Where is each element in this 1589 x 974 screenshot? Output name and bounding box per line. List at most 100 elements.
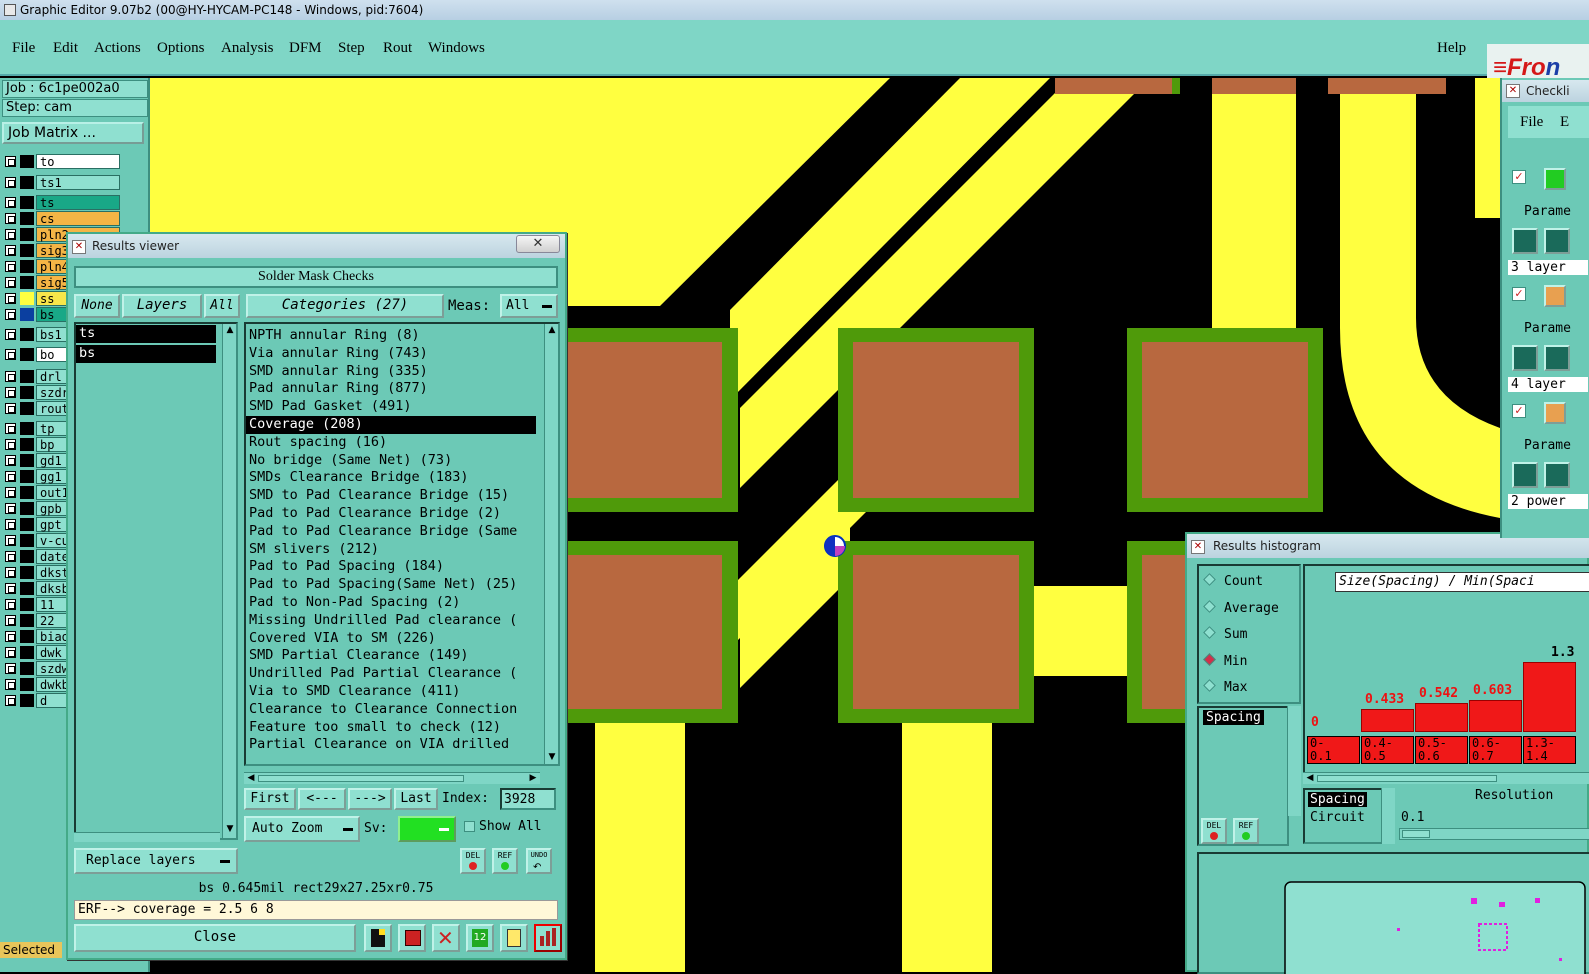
checklist-action-icon[interactable] xyxy=(1544,285,1566,307)
layer-row-ts1[interactable]: ts1 xyxy=(2,175,122,190)
menu-rout[interactable]: Rout xyxy=(383,40,412,57)
category-item[interactable]: Missing Undrilled Pad clearance ( xyxy=(246,612,536,630)
show-all-checkbox[interactable] xyxy=(464,821,475,832)
layer-color-swatch[interactable] xyxy=(20,228,34,241)
stat-option-average[interactable]: Average xyxy=(1203,599,1279,617)
auto-zoom-dropdown[interactable]: Auto Zoom xyxy=(244,816,360,842)
category-item[interactable]: Undrilled Pad Partial Clearance ( xyxy=(246,665,536,683)
number-icon[interactable]: 12 xyxy=(466,924,494,952)
layer-color-swatch[interactable] xyxy=(20,276,34,289)
layer-checkbox[interactable] xyxy=(5,293,16,304)
checklist-row[interactable]: 2 power xyxy=(1508,494,1588,509)
meas-dropdown[interactable]: All xyxy=(500,294,558,318)
layer-row-cs[interactable]: cs xyxy=(2,211,122,226)
layer-name[interactable]: ts xyxy=(36,195,120,210)
histogram-bar[interactable] xyxy=(1523,662,1576,732)
layer-checkbox[interactable] xyxy=(5,471,16,482)
undo-button[interactable]: UNDO ↶ xyxy=(526,848,552,874)
layer-checkbox[interactable] xyxy=(5,679,16,690)
layer-checkbox[interactable] xyxy=(5,535,16,546)
scroll-right-icon[interactable]: ▶ xyxy=(528,773,538,783)
run-check-icon[interactable] xyxy=(1544,228,1570,254)
layer-color-swatch[interactable] xyxy=(20,176,34,189)
categories-listbox[interactable]: NPTH annular Ring (8) Via annular Ring (7… xyxy=(244,322,560,766)
stat-option-count[interactable]: Count xyxy=(1203,573,1263,590)
menu-help[interactable]: Help xyxy=(1437,40,1466,57)
layer-color-swatch[interactable] xyxy=(20,662,34,675)
layer-checkbox[interactable] xyxy=(5,695,16,706)
layer-checkbox[interactable] xyxy=(5,371,16,382)
hist-del-button[interactable]: DEL xyxy=(1201,818,1227,844)
run-check-icon[interactable] xyxy=(1512,345,1538,371)
histogram-category[interactable]: 0.5- 0.6 xyxy=(1415,736,1468,764)
category-item[interactable]: Clearance to Clearance Connection xyxy=(246,701,536,719)
category-item[interactable]: Pad to Pad Spacing(Same Net) (25) xyxy=(246,576,536,594)
layers-vscrollbar[interactable]: ▲ ▼ xyxy=(222,324,236,838)
layer-checkbox[interactable] xyxy=(5,309,16,320)
resolution-slider-thumb[interactable] xyxy=(1402,830,1430,838)
layer-color-swatch[interactable] xyxy=(20,308,34,321)
layer-checkbox[interactable] xyxy=(5,229,16,240)
category-item[interactable]: Covered VIA to SM (226) xyxy=(246,630,536,648)
category-item[interactable]: Pad to Pad Clearance Bridge (Same xyxy=(246,523,536,541)
category-item[interactable]: Via annular Ring (743) xyxy=(246,345,536,363)
layer-list-item[interactable]: ts xyxy=(76,325,216,343)
layer-checkbox[interactable] xyxy=(5,423,16,434)
first-button[interactable]: First xyxy=(244,788,296,810)
layer-color-swatch[interactable] xyxy=(20,470,34,483)
run-check-icon[interactable] xyxy=(1512,228,1538,254)
scroll-thumb[interactable] xyxy=(258,775,464,782)
layer-color-swatch[interactable] xyxy=(20,646,34,659)
layer-color-swatch[interactable] xyxy=(20,518,34,531)
checklist-action-icon[interactable] xyxy=(1544,168,1566,190)
layer-checkbox[interactable] xyxy=(5,615,16,626)
layer-name[interactable]: cs xyxy=(36,211,120,226)
menu-edit[interactable]: Edit xyxy=(53,40,78,57)
layer-color-swatch[interactable] xyxy=(20,422,34,435)
checklist-params-label[interactable]: Parame xyxy=(1524,438,1571,453)
notes-icon[interactable] xyxy=(500,924,528,952)
layer-color-swatch[interactable] xyxy=(20,534,34,547)
layer-checkbox[interactable] xyxy=(5,663,16,674)
all-button[interactable]: All xyxy=(204,294,240,318)
param-spacing[interactable]: Spacing xyxy=(1308,792,1367,807)
category-item[interactable]: Feature too small to check (12) xyxy=(246,719,536,737)
category-item[interactable]: Via to SMD Clearance (411) xyxy=(246,683,536,701)
layer-color-swatch[interactable] xyxy=(20,486,34,499)
layer-name[interactable]: to xyxy=(36,154,120,169)
hist-ref-button[interactable]: REF xyxy=(1233,818,1259,844)
category-item[interactable]: SMD Partial Clearance (149) xyxy=(246,647,536,665)
layer-checkbox[interactable] xyxy=(5,387,16,398)
checklist-menu-edit[interactable]: E xyxy=(1560,114,1569,131)
menu-options[interactable]: Options xyxy=(157,40,205,57)
job-matrix-button[interactable]: Job Matrix ... xyxy=(2,122,144,144)
layer-color-swatch[interactable] xyxy=(20,550,34,563)
menu-file[interactable]: File xyxy=(12,40,35,57)
scroll-down-icon[interactable]: ▼ xyxy=(547,752,557,762)
stat-option-sum[interactable]: Sum xyxy=(1203,626,1247,643)
histogram-bar[interactable] xyxy=(1361,709,1414,732)
layer-checkbox[interactable] xyxy=(5,455,16,466)
layer-checkbox[interactable] xyxy=(5,245,16,256)
report-icon[interactable] xyxy=(364,924,392,952)
categories-hscrollbar[interactable]: ◀ ▶ xyxy=(244,772,540,784)
layer-checkbox[interactable] xyxy=(5,177,16,188)
category-item[interactable]: Coverage (208) xyxy=(246,415,536,434)
layer-color-swatch[interactable] xyxy=(20,328,34,341)
run-check-icon[interactable] xyxy=(1512,462,1538,488)
histogram-category[interactable]: 0- 0.1 xyxy=(1307,736,1360,764)
category-item[interactable]: SMD annular Ring (335) xyxy=(246,363,536,381)
category-item[interactable]: Partial Clearance on VIA drilled xyxy=(246,736,536,754)
layer-row-to[interactable]: to xyxy=(2,154,122,169)
histogram-vscrollbar[interactable] xyxy=(1287,706,1301,816)
scroll-left-icon[interactable]: ◀ xyxy=(246,773,256,783)
category-item[interactable]: Pad to Pad Spacing (184) xyxy=(246,558,536,576)
close-icon[interactable]: ✕ xyxy=(516,235,560,253)
layer-color-swatch[interactable] xyxy=(20,292,34,305)
prev-button[interactable]: <--- xyxy=(298,788,346,810)
replace-layers-dropdown[interactable]: Replace layers xyxy=(74,848,238,874)
layer-color-swatch[interactable] xyxy=(20,260,34,273)
scroll-up-icon[interactable]: ▲ xyxy=(225,325,235,335)
layer-checkbox[interactable] xyxy=(5,277,16,288)
layer-color-swatch[interactable] xyxy=(20,582,34,595)
